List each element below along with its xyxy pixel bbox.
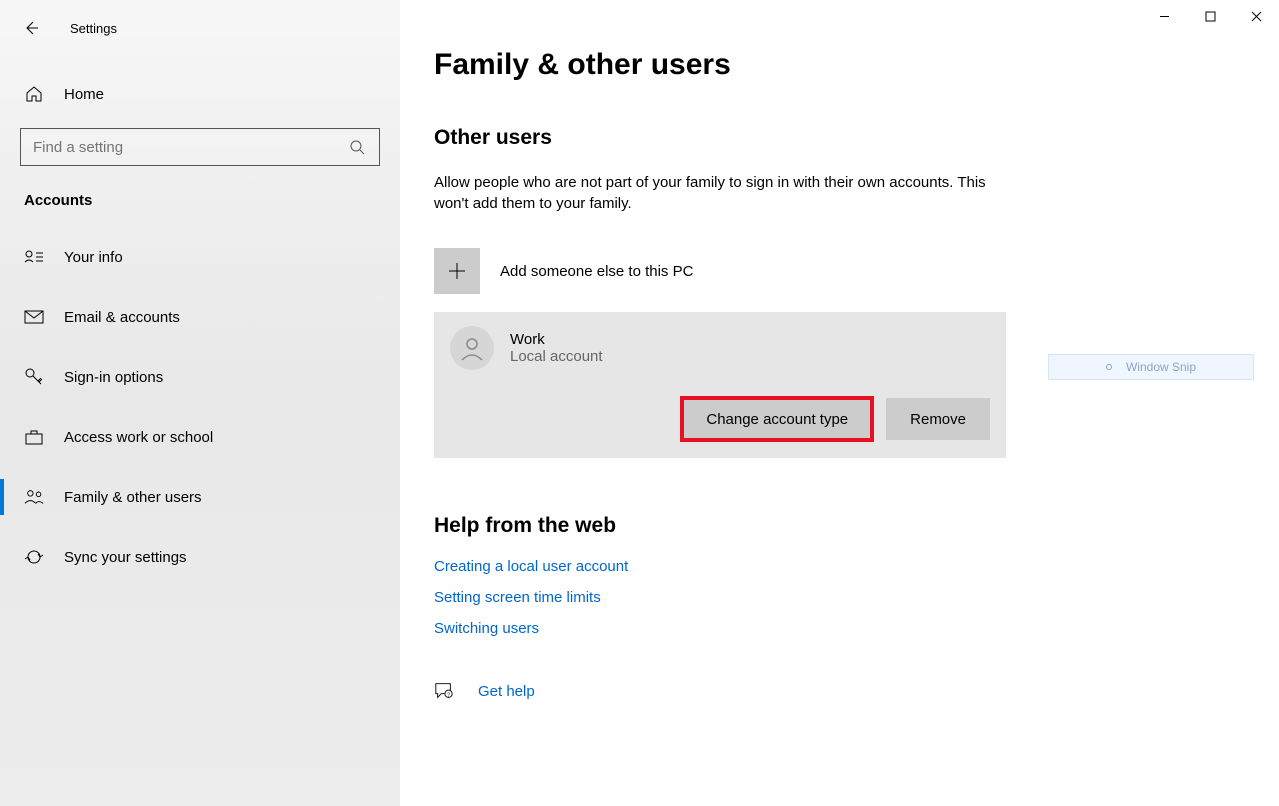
svg-text:?: ? <box>447 692 450 698</box>
sidebar-item-signin[interactable]: Sign-in options <box>0 347 400 407</box>
sidebar-home-label: Home <box>64 86 104 103</box>
mail-icon <box>24 307 44 327</box>
get-help-link[interactable]: Get help <box>478 683 535 700</box>
sidebar-section-title: Accounts <box>0 166 400 227</box>
search-icon <box>347 137 367 157</box>
plus-icon <box>434 248 480 294</box>
main-content: Family & other users Other users Allow p… <box>400 0 1279 806</box>
settings-sidebar: Settings Home Accounts Your info Email &… <box>0 0 400 806</box>
user-actions: Change account type Remove <box>450 398 990 440</box>
sidebar-item-label: Sync your settings <box>64 549 187 566</box>
sidebar-item-family[interactable]: Family & other users <box>0 467 400 527</box>
chat-help-icon: ? <box>434 681 454 701</box>
sidebar-item-label: Access work or school <box>64 429 213 446</box>
sync-icon <box>24 547 44 567</box>
search-box[interactable] <box>20 128 380 166</box>
titlebar: Settings <box>0 8 400 48</box>
help-link-local-account[interactable]: Creating a local user account <box>434 558 1279 575</box>
people-icon <box>24 487 44 507</box>
search-input[interactable] <box>33 139 347 156</box>
back-arrow-icon[interactable] <box>22 19 40 37</box>
sidebar-home[interactable]: Home <box>0 84 400 104</box>
other-users-heading: Other users <box>434 126 1279 150</box>
user-panel[interactable]: Work Local account Change account type R… <box>434 312 1006 458</box>
app-title: Settings <box>70 21 117 36</box>
maximize-button[interactable] <box>1187 0 1233 32</box>
user-type: Local account <box>510 348 603 365</box>
briefcase-icon <box>24 427 44 447</box>
minimize-button[interactable] <box>1141 0 1187 32</box>
help-link-switching[interactable]: Switching users <box>434 620 1279 637</box>
sidebar-item-label: Your info <box>64 249 123 266</box>
remove-button[interactable]: Remove <box>886 398 990 440</box>
snip-dot-icon <box>1106 364 1112 370</box>
avatar-icon <box>450 326 494 370</box>
key-icon <box>24 367 44 387</box>
sidebar-item-email[interactable]: Email & accounts <box>0 287 400 347</box>
sidebar-item-label: Email & accounts <box>64 309 180 326</box>
help-link-screen-time[interactable]: Setting screen time limits <box>434 589 1279 606</box>
sidebar-item-your-info[interactable]: Your info <box>0 227 400 287</box>
add-user-label: Add someone else to this PC <box>500 263 693 280</box>
snip-label: Window Snip <box>1126 360 1196 374</box>
page-title: Family & other users <box>434 48 1279 82</box>
sidebar-item-label: Family & other users <box>64 489 202 506</box>
sidebar-item-label: Sign-in options <box>64 369 163 386</box>
close-button[interactable] <box>1233 0 1279 32</box>
other-users-description: Allow people who are not part of your fa… <box>434 172 994 214</box>
get-help-row[interactable]: ? Get help <box>434 681 1279 701</box>
sidebar-item-sync[interactable]: Sync your settings <box>0 527 400 587</box>
person-card-icon <box>24 247 44 267</box>
help-links: Creating a local user account Setting sc… <box>434 558 1279 637</box>
user-header: Work Local account <box>450 326 990 370</box>
user-name: Work <box>510 331 603 348</box>
home-icon <box>24 84 44 104</box>
change-account-type-button[interactable]: Change account type <box>682 398 872 440</box>
sidebar-item-work[interactable]: Access work or school <box>0 407 400 467</box>
add-user-button[interactable]: Add someone else to this PC <box>434 248 1279 294</box>
help-heading: Help from the web <box>434 514 1279 538</box>
window-snip-overlay: Window Snip <box>1048 354 1254 380</box>
window-controls <box>1141 0 1279 32</box>
